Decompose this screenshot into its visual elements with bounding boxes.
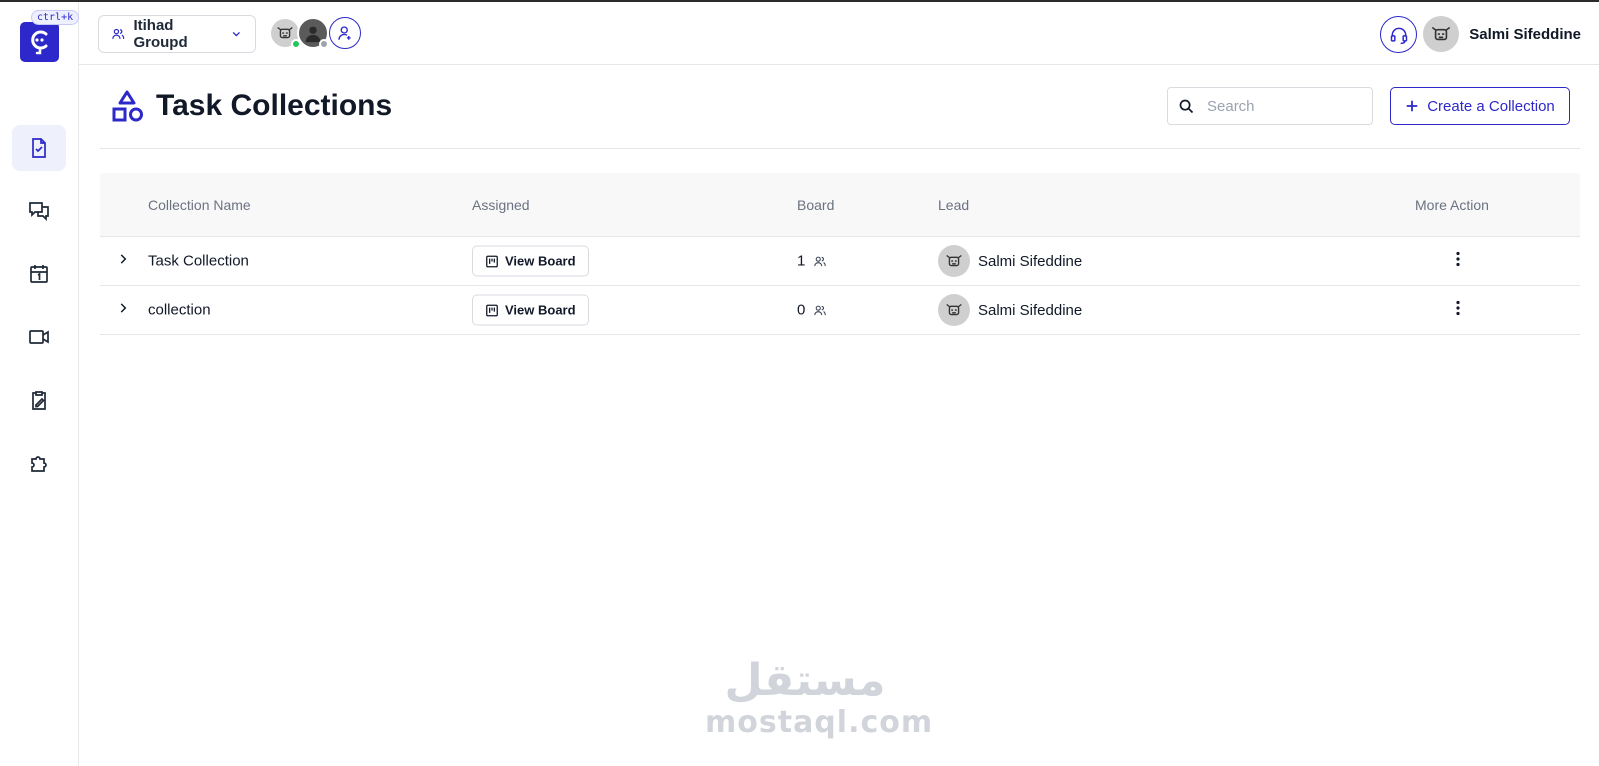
plus-icon [1406, 100, 1418, 112]
users-icon [814, 305, 827, 315]
users-icon [814, 256, 827, 266]
header-lead: Lead [938, 196, 970, 213]
header-more-action: More Action [1415, 196, 1489, 213]
member-avatars [269, 17, 361, 49]
chevron-down-icon [233, 31, 241, 37]
user-menu[interactable]: Salmi Sifeddine [1421, 14, 1581, 54]
view-board-button[interactable]: View Board [472, 294, 589, 326]
board-icon [486, 304, 498, 316]
header-collection-name: Collection Name [148, 196, 251, 213]
users-icon [112, 28, 125, 39]
avatar-illustration-icon [1432, 26, 1451, 41]
search-box[interactable] [1167, 87, 1373, 125]
collection-name[interactable]: collection [148, 302, 211, 319]
collection-name[interactable]: Task Collection [148, 253, 249, 270]
page-header: Task Collections Create a Collection [100, 67, 1580, 149]
user-plus-icon [338, 26, 351, 40]
calendar-icon [30, 265, 48, 283]
view-board-label: View Board [505, 302, 576, 318]
watermark-arabic: مستقل [724, 655, 886, 706]
lead-avatar [938, 245, 970, 277]
expand-row-button[interactable] [116, 301, 130, 319]
board-icon [486, 255, 498, 267]
sidebar-item-meetings[interactable] [12, 314, 66, 360]
create-collection-label: Create a Collection [1427, 97, 1555, 115]
task-file-icon [32, 138, 46, 158]
board-count: 1 [797, 253, 827, 270]
kebab-menu-icon [1456, 300, 1460, 316]
user-name: Salmi Sifeddine [1469, 25, 1581, 43]
view-board-button[interactable]: View Board [472, 245, 589, 277]
header-board: Board [797, 196, 835, 213]
lead-avatar [938, 294, 970, 326]
sidebar-item-tasks[interactable] [12, 125, 66, 171]
workspace-name: Itihad Groupd [133, 17, 188, 51]
sidebar-item-chat[interactable] [12, 188, 66, 234]
header-assigned: Assigned [472, 196, 530, 213]
sidebar-item-integrations[interactable] [12, 440, 66, 486]
chat-icon [29, 202, 49, 222]
clipboard-edit-icon [32, 391, 46, 410]
expand-row-button[interactable] [116, 252, 130, 270]
lead-name: Salmi Sifeddine [978, 252, 1083, 270]
lead-name: Salmi Sifeddine [978, 301, 1083, 319]
more-actions-button[interactable] [1455, 300, 1461, 320]
logo-icon [30, 30, 47, 55]
offline-status-dot [319, 39, 329, 49]
app-logo[interactable] [20, 22, 59, 62]
page-title-group: Task Collections [112, 89, 392, 123]
create-collection-button[interactable]: Create a Collection [1390, 87, 1570, 125]
search-input[interactable] [1207, 97, 1357, 115]
shortcut-hint: ctrl+k [31, 10, 80, 25]
view-board-label: View Board [505, 253, 576, 269]
sidebar-item-reports[interactable] [12, 377, 66, 423]
kebab-menu-icon [1456, 251, 1460, 267]
table-row: Task Collection View Board 1 Salmi Sifed… [100, 237, 1580, 286]
puzzle-icon [31, 456, 47, 472]
chevron-right-icon [120, 303, 127, 313]
page-title: Task Collections [156, 89, 393, 122]
board-count-value: 0 [797, 301, 806, 319]
workspace-select[interactable]: Itihad Groupd [98, 15, 256, 53]
avatar-illustration-icon [946, 303, 962, 316]
chevron-right-icon [120, 254, 127, 264]
collections-table: Collection Name Assigned Board Lead More… [100, 173, 1580, 335]
support-button[interactable] [1380, 16, 1417, 53]
watermark: مستقل mostaql.com [705, 655, 934, 741]
board-count-value: 1 [797, 252, 806, 270]
board-count: 0 [797, 302, 827, 319]
sidebar: ctrl+k [0, 2, 80, 766]
search-icon [1179, 99, 1194, 113]
watermark-latin: mostaql.com [705, 705, 934, 740]
headset-icon [1390, 27, 1407, 44]
sidebar-item-calendar[interactable] [12, 251, 66, 297]
avatar-illustration-icon [946, 254, 962, 267]
lead-cell: Salmi Sifeddine [938, 294, 1082, 326]
avatar[interactable] [297, 17, 329, 49]
user-avatar [1421, 14, 1462, 54]
video-icon [29, 330, 49, 344]
top-bar: Itihad Groupd Salmi Sifeddine [79, 2, 1599, 65]
add-member-button[interactable] [329, 17, 361, 49]
lead-cell: Salmi Sifeddine [938, 245, 1082, 277]
table-header: Collection Name Assigned Board Lead More… [100, 173, 1580, 237]
more-actions-button[interactable] [1455, 251, 1461, 271]
table-row: collection View Board 0 Salmi Sifeddine [100, 286, 1580, 335]
shapes-icon [112, 90, 143, 122]
